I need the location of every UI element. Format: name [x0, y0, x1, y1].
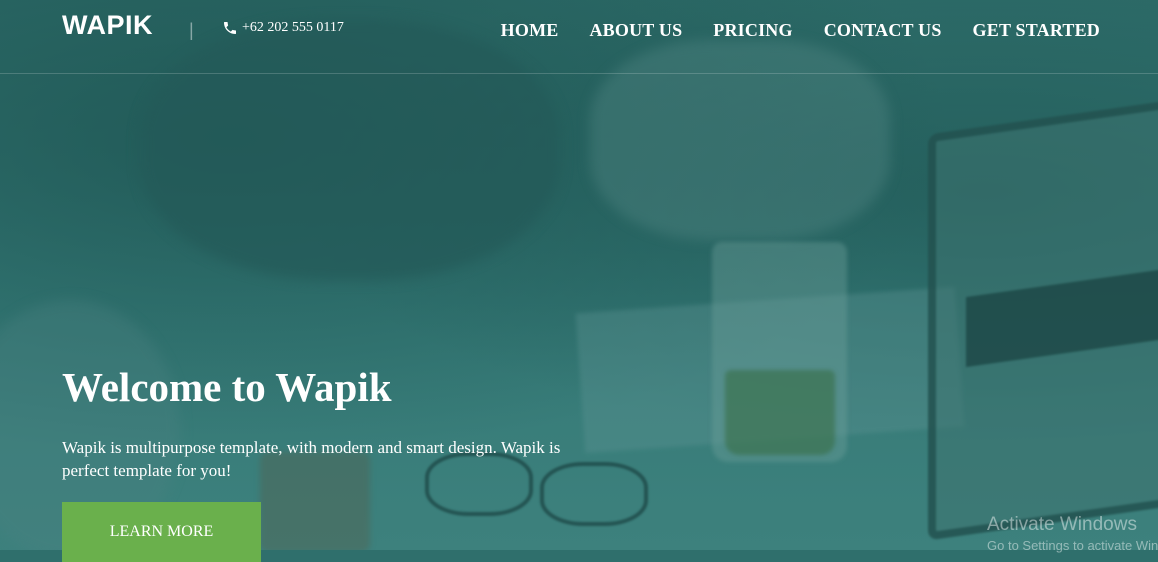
hero-subtitle: Wapik is multipurpose template, with mod… [62, 438, 561, 480]
nav-pricing[interactable]: PRICING [713, 20, 792, 41]
main-nav: HOME ABOUT US PRICING CONTACT US GET STA… [501, 20, 1100, 41]
background-glass-drink [725, 370, 835, 455]
background-laptop [928, 95, 1158, 541]
phone-number: +62 202 555 0117 [242, 20, 344, 35]
background-laptop-screen [966, 268, 1158, 368]
learn-more-button[interactable]: LEARN MORE [62, 502, 261, 562]
phone-contact: +62 202 555 0117 [222, 20, 344, 36]
nav-get-started[interactable]: GET STARTED [973, 20, 1100, 41]
header-separator: | [189, 20, 194, 40]
activate-windows-subtitle: Go to Settings to activate Windows. [987, 538, 1158, 553]
nav-about-us[interactable]: ABOUT US [589, 20, 682, 41]
logo[interactable]: WAPIK [62, 10, 153, 41]
activate-windows-title: Activate Windows [987, 514, 1137, 535]
nav-home[interactable]: HOME [501, 20, 559, 41]
phone-icon [224, 22, 236, 34]
nav-contact-us[interactable]: CONTACT US [824, 20, 942, 41]
hero-title: Welcome to Wapik [62, 364, 392, 410]
site-header: WAPIK | +62 202 555 0117 HOME ABOUT US P… [0, 0, 1158, 74]
